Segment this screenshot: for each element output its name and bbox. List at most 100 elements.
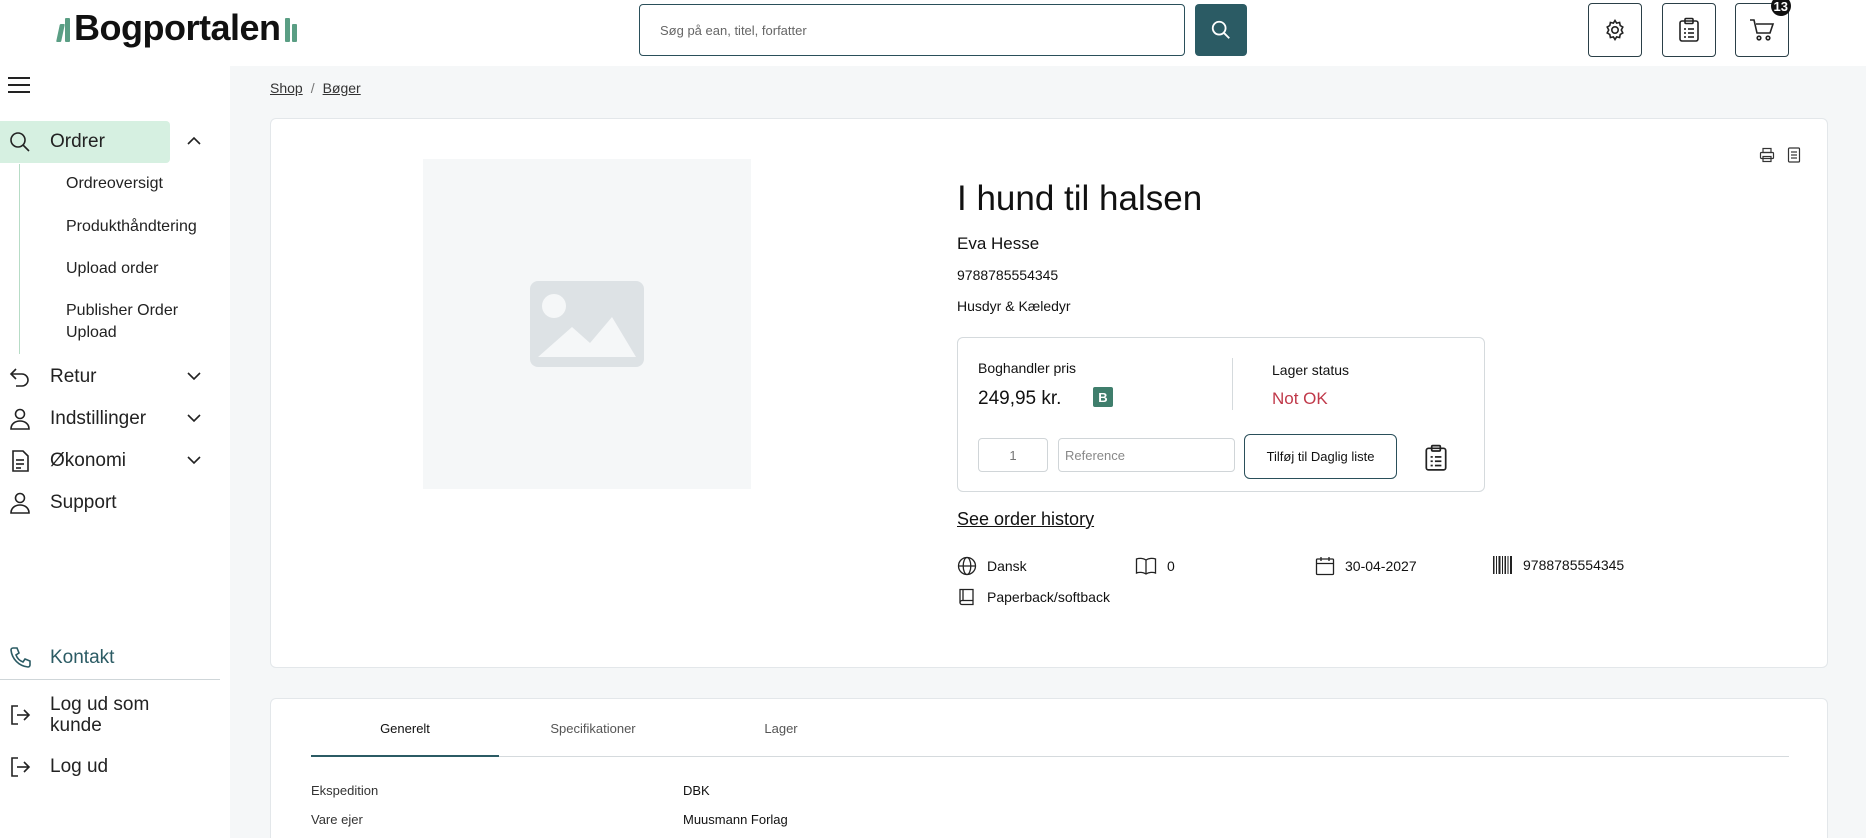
sidebar-item-label: Indstillinger (50, 408, 147, 429)
logo-text: Bogportalen (74, 7, 281, 48)
sidebar-item-logout-customer[interactable]: Log ud som kunde (0, 690, 220, 740)
logout-icon (11, 705, 31, 725)
user-icon (10, 492, 30, 514)
sidebar-item-indstillinger[interactable]: Indstillinger (0, 398, 220, 440)
logo-books-icon (56, 14, 70, 42)
meta-format-value: Paperback/softback (987, 589, 1110, 605)
meta-language: Dansk (957, 556, 1027, 576)
phone-icon (10, 647, 31, 668)
clipboard-list-icon (1679, 17, 1699, 42)
product-image-placeholder (423, 159, 751, 489)
chevron-down-icon (187, 456, 201, 465)
sidebar-item-logout[interactable]: Log ud (0, 746, 220, 788)
logout-icon (11, 757, 31, 777)
calendar-icon (1315, 557, 1335, 576)
open-book-icon (1135, 557, 1157, 575)
price-box: Boghandler pris 249,95 kr. B Lager statu… (957, 337, 1485, 492)
product-title: I hund til halsen (957, 179, 1203, 218)
meta-date-value: 30-04-2027 (1345, 558, 1417, 574)
menu-toggle-icon[interactable] (8, 77, 30, 95)
sidebar-divider (0, 679, 220, 680)
meta-barcode-value: 9788785554345 (1523, 557, 1625, 573)
breadcrumb-shop[interactable]: Shop (270, 80, 303, 96)
spec-value-vare-ejer: Muusmann Forlag (683, 812, 788, 827)
sidebar-item-support[interactable]: Support (0, 482, 220, 524)
sidebar: Ordrer Ordreoversigt Produkthåndtering U… (0, 66, 230, 838)
stock-label: Lager status (1272, 362, 1350, 378)
search-box (639, 4, 1185, 56)
search-icon (1211, 20, 1230, 39)
details-card: Generelt Specifikationer Lager Ekspediti… (270, 698, 1828, 838)
search-button[interactable] (1195, 4, 1247, 56)
settings-button[interactable] (1588, 3, 1642, 57)
sidebar-item-label: Retur (50, 366, 97, 387)
search-input[interactable] (640, 5, 1184, 55)
clipboard-list-icon[interactable] (1424, 444, 1448, 472)
tab-active-indicator (311, 755, 499, 757)
price-divider (1232, 358, 1233, 410)
sidebar-subitem-produkthandtering[interactable]: Produkthåndtering (66, 216, 216, 238)
tab-specifikationer[interactable]: Specifikationer (499, 721, 687, 736)
meta-pages-value: 0 (1167, 558, 1175, 574)
daily-list-button[interactable] (1662, 3, 1716, 57)
logo-books-icon-right (284, 14, 297, 42)
reference-input[interactable] (1058, 438, 1235, 472)
tab-generelt[interactable]: Generelt (311, 721, 499, 736)
breadcrumb-separator: / (310, 80, 315, 96)
product-tools (1759, 147, 1801, 163)
top-header: Bogportalen 13 (0, 0, 1866, 66)
meta-language-value: Dansk (987, 558, 1027, 574)
price-value: 249,95 kr. (978, 388, 1062, 409)
spec-label-ekspedition: Ekspedition (311, 783, 379, 798)
chevron-down-icon (187, 372, 201, 381)
spec-label-vare-ejer: Vare ejer (311, 812, 363, 827)
breadcrumb-boger[interactable]: Bøger (323, 80, 361, 96)
quantity-input[interactable] (978, 438, 1048, 472)
add-to-daily-list-button[interactable]: Tilføj til Daglig liste (1244, 434, 1397, 479)
product-category: Husdyr & Kæledyr (957, 298, 1071, 314)
submenu-line (19, 164, 20, 354)
order-history-link[interactable]: See order history (957, 509, 1094, 530)
tab-lager[interactable]: Lager (687, 721, 875, 736)
list-document-icon[interactable] (1787, 147, 1801, 163)
product-author[interactable]: Eva Hesse (957, 234, 1039, 254)
user-icon (10, 408, 30, 430)
chevron-down-icon (187, 414, 201, 423)
meta-format: Paperback/softback (957, 587, 1110, 607)
printer-icon[interactable] (1759, 147, 1775, 163)
main-content: Shop / Bøger I hund til halsen Eva Hesse… (230, 66, 1866, 838)
sidebar-item-label: Ordrer (50, 131, 105, 152)
book-icon (959, 588, 974, 606)
sidebar-item-label: Support (50, 492, 117, 513)
chevron-up-icon[interactable] (186, 135, 202, 147)
cart-button[interactable]: 13 (1735, 0, 1791, 57)
return-icon (9, 368, 29, 387)
price-label: Boghandler pris (978, 360, 1077, 376)
document-icon (12, 450, 29, 472)
cart-icon (1750, 19, 1775, 41)
sidebar-item-retur[interactable]: Retur (0, 356, 220, 398)
sidebar-item-label: Log ud som kunde (50, 694, 150, 736)
sidebar-subitem-ordreoversigt[interactable]: Ordreoversigt (66, 173, 216, 195)
sidebar-item-okonomi[interactable]: Økonomi (0, 440, 220, 482)
globe-icon (957, 556, 977, 576)
sidebar-item-kontakt[interactable]: Kontakt (0, 637, 220, 679)
sidebar-subitem-publisher-order-upload[interactable]: Publisher Order Upload (66, 300, 216, 344)
logo[interactable]: Bogportalen (56, 7, 297, 48)
gear-icon (1606, 18, 1624, 42)
sidebar-subitem-upload-order[interactable]: Upload order (66, 258, 216, 280)
sidebar-item-label: Log ud (50, 756, 109, 777)
sidebar-item-ordrer[interactable]: Ordrer (0, 121, 170, 163)
tab-bar: Generelt Specifikationer Lager (311, 699, 1789, 757)
meta-pages: 0 (1135, 556, 1175, 576)
image-placeholder-icon (530, 281, 644, 367)
barcode-icon (1493, 556, 1512, 574)
search-icon (10, 132, 30, 152)
spec-value-ekspedition: DBK (683, 783, 710, 798)
sidebar-item-label: Økonomi (50, 450, 127, 471)
product-card: I hund til halsen Eva Hesse 978878555434… (270, 118, 1828, 668)
sidebar-item-label: Kontakt (50, 647, 115, 668)
meta-barcode: 9788785554345 (1493, 556, 1624, 574)
breadcrumb: Shop / Bøger (270, 80, 361, 96)
cart-count-badge: 13 (1770, 0, 1791, 16)
